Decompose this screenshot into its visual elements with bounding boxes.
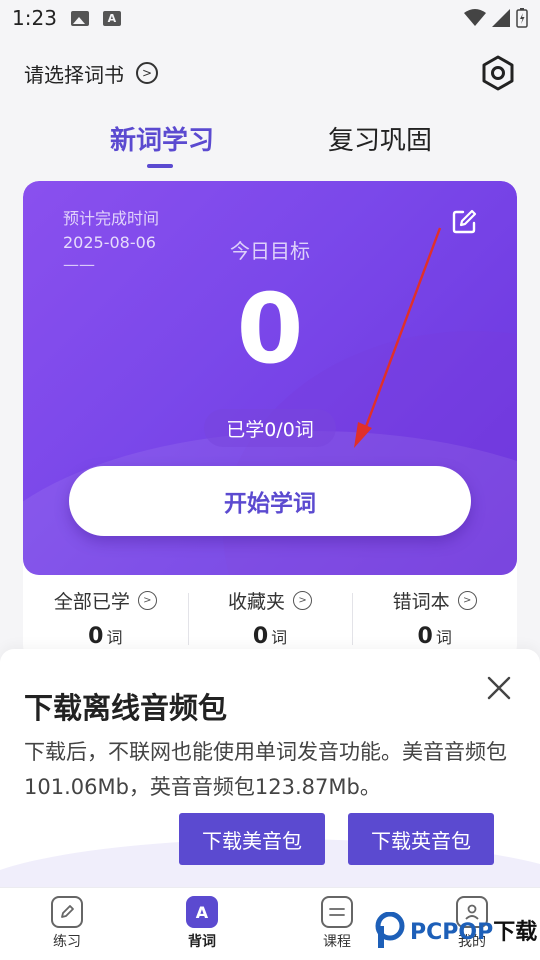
watermark: PCPOP下载: [374, 912, 537, 948]
status-bar: 1:23 A: [0, 0, 540, 36]
watermark-brand: PCPOP: [410, 920, 494, 945]
active-tab-indicator: [147, 164, 173, 168]
start-learning-button[interactable]: 开始学词: [69, 466, 471, 536]
learned-progress: 已学0/0词: [204, 409, 336, 447]
stat-favorites[interactable]: 收藏夹 > 0词: [187, 587, 353, 657]
chevron-right-icon: >: [137, 591, 157, 610]
stat-wrong-words[interactable]: 错词本 > 0词: [352, 587, 517, 657]
study-tabs: 新词学习 复习巩固: [0, 110, 540, 170]
today-goal-label: 今日目标: [230, 239, 310, 263]
signal-icon: [492, 9, 510, 27]
battery-icon: [516, 8, 528, 28]
study-card: 预计完成时间 2025-08-06 —— 今日目标 0 已学0/0词 开始学词 …: [23, 181, 517, 661]
top-header: 请选择词书 >: [0, 40, 540, 106]
sheet-description: 下载后，不联网也能使用单词发音功能。美音音频包101.06Mb，英音音频包123…: [24, 740, 507, 799]
pencil-icon: [51, 896, 83, 928]
letter-a-icon: A: [186, 896, 218, 928]
tab-review[interactable]: 复习巩固: [328, 120, 432, 157]
chevron-right-icon: >: [293, 591, 313, 610]
stat-unit: 词: [106, 628, 123, 647]
stat-label: 收藏夹: [228, 591, 286, 613]
watermark-text: PCPOP下载: [410, 914, 537, 946]
nav-label: 背词: [188, 934, 216, 950]
watermark-suffix: 下载: [493, 920, 538, 945]
status-indicators: [464, 8, 528, 28]
stat-value: 0: [252, 624, 269, 649]
stat-unit: 词: [271, 628, 288, 647]
nav-practice[interactable]: 练习: [27, 896, 107, 951]
goal-panel: 预计完成时间 2025-08-06 —— 今日目标 0 已学0/0词 开始学词: [23, 181, 517, 575]
select-book-button[interactable]: 请选择词书 >: [24, 59, 158, 88]
wifi-icon: [464, 9, 486, 26]
pcpop-logo-icon: [375, 912, 405, 948]
stat-all-learned[interactable]: 全部已学 > 0词: [23, 587, 188, 657]
close-icon: [487, 676, 511, 700]
stat-label: 全部已学: [53, 591, 130, 613]
stat-unit: 词: [435, 628, 452, 647]
today-goal-value: 0: [236, 273, 304, 385]
download-uk-audio-button[interactable]: 下载英音包: [348, 813, 494, 865]
download-us-audio-button[interactable]: 下载美音包: [179, 813, 325, 865]
nav-memorize[interactable]: A 背词: [162, 896, 242, 951]
settings-hexagon-icon: [482, 55, 514, 91]
course-icon: [321, 896, 353, 928]
tab-new-words[interactable]: 新词学习: [110, 120, 214, 157]
nav-label: 课程: [323, 934, 351, 950]
stat-label: 错词本: [392, 591, 450, 613]
nav-label: 练习: [53, 934, 81, 950]
status-time: 1:23: [12, 6, 57, 30]
edit-icon: [452, 209, 477, 234]
nav-course[interactable]: 课程: [297, 896, 377, 951]
deadline-label: 预计完成时间: [63, 209, 160, 228]
image-notification-icon: [70, 10, 89, 26]
select-book-label: 请选择词书: [24, 62, 124, 87]
stats-row: 全部已学 > 0词 收藏夹 > 0词 错词本 > 0词: [23, 587, 517, 657]
close-button[interactable]: [484, 673, 514, 703]
app-notification-icon: A: [102, 10, 121, 26]
settings-button[interactable]: [480, 55, 516, 91]
offline-audio-sheet: 下载离线音频包 下载后，不联网也能使用单词发音功能。美音音频包101.06Mb，…: [0, 649, 540, 887]
sheet-title: 下载离线音频包: [24, 691, 228, 725]
edit-plan-button[interactable]: [451, 209, 477, 235]
chevron-right-icon: >: [457, 591, 477, 610]
chevron-right-icon: >: [136, 62, 158, 84]
stat-value: 0: [88, 624, 104, 649]
stat-value: 0: [417, 624, 433, 649]
